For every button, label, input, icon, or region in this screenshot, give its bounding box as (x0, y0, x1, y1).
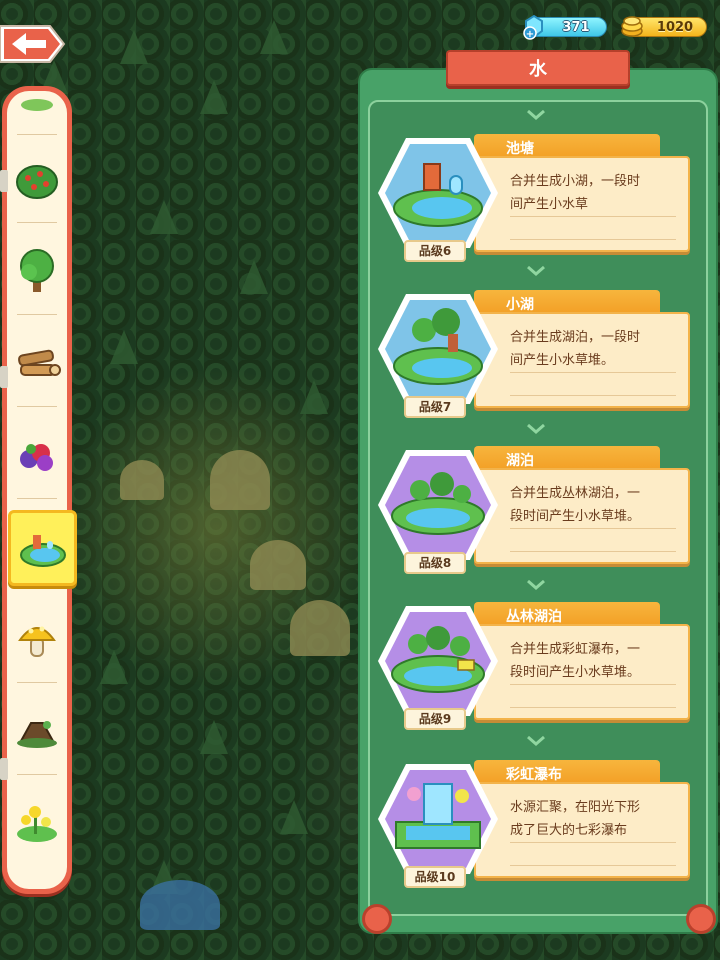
item-grade: 品级7 (404, 396, 466, 418)
mushroom-house (120, 460, 164, 500)
corner-ornament (686, 904, 716, 934)
pine-tree (240, 260, 268, 294)
pine-tree (300, 380, 328, 414)
small-lake-item-icon (378, 294, 498, 404)
item-description-box: 合并生成丛林湖泊，一 段时间产生小水草堆。 (474, 468, 690, 564)
mushroom-house (290, 600, 350, 656)
panel-title: 水 (529, 59, 547, 80)
pine-tree (200, 80, 228, 114)
gold-coins-icon (621, 16, 643, 37)
item-card-rainbow-waterfall[interactable]: 彩虹瀑布 水源汇聚，在阳光下形 成了巨大的七彩瀑布 品级10 (374, 760, 692, 904)
jungle-lake-item-icon (378, 606, 498, 716)
rainbow-waterfall-item-icon (378, 764, 498, 874)
pond-icon (19, 535, 66, 567)
pine-tree (260, 20, 288, 54)
item-grade: 品级10 (404, 866, 466, 888)
sidebar-item-flowers[interactable] (9, 779, 65, 867)
sidebar-item-tree[interactable] (9, 227, 65, 315)
pine-tree (150, 200, 178, 234)
item-description-box: 水源汇聚，在阳光下形 成了巨大的七彩瀑布 (474, 782, 690, 878)
sidebar-scroll-handle[interactable] (0, 366, 8, 388)
tree-icon (20, 249, 54, 292)
item-grade: 品级8 (404, 552, 466, 574)
svg-text:+: + (526, 29, 534, 40)
sidebar-item-berry-bush[interactable] (9, 135, 65, 223)
sidebar-item-stump[interactable] (9, 687, 65, 775)
grass-tuft-icon (21, 99, 53, 111)
item-description: 水源汇聚，在阳光下形 成了巨大的七彩瀑布 (510, 800, 641, 838)
pond-item-icon (378, 138, 498, 248)
chevron-down-icon (527, 110, 545, 120)
pine-tree (200, 720, 228, 754)
wood-logs-icon (18, 349, 61, 376)
sidebar-item-pond-selected[interactable] (8, 510, 77, 586)
item-card-small-lake[interactable]: 小湖 合并生成湖泊，一段时 间产生小水草堆。 品级7 (374, 290, 692, 434)
item-description-box: 合并生成小湖，一段时 间产生小水草 (474, 156, 690, 252)
sidebar-scroll-handle[interactable] (0, 170, 8, 192)
item-description: 合并生成小湖，一段时 间产生小水草 (510, 174, 641, 212)
item-description: 合并生成彩虹瀑布，一 段时间产生小水草堆。 (510, 642, 641, 680)
gem-icon: + (523, 14, 543, 40)
sidebar-scroll-handle[interactable] (0, 758, 8, 780)
mushroom-icon (18, 626, 56, 657)
sidebar-item-logs[interactable] (9, 319, 65, 407)
flowers-icon (17, 806, 57, 842)
item-description-box: 合并生成彩虹瀑布，一 段时间产生小水草堆。 (474, 624, 690, 720)
pine-tree (110, 330, 138, 364)
item-card-lake[interactable]: 湖泊 合并生成丛林湖泊，一 段时间产生小水草堆。 品级8 (374, 446, 692, 590)
panel-title-banner: 水 (446, 50, 630, 86)
item-grade: 品级9 (404, 708, 466, 730)
item-description-box: 合并生成湖泊，一段时 间产生小水草堆。 (474, 312, 690, 408)
tree-stump-icon (17, 721, 57, 748)
corner-ornament (362, 904, 392, 934)
gold-counter[interactable]: 1020 (621, 16, 707, 37)
pine-tree (280, 800, 308, 834)
category-sidebar[interactable] (0, 86, 72, 894)
sidebar-item-mushroom[interactable] (9, 595, 65, 683)
berries-icon (20, 444, 53, 471)
berry-bush-icon (16, 165, 58, 199)
item-grade: 品级6 (404, 240, 466, 262)
category-list[interactable] (7, 91, 67, 889)
lake-item-icon (378, 450, 498, 560)
sidebar-item-grass[interactable] (9, 91, 65, 135)
blue-building (140, 880, 220, 930)
statue (210, 450, 270, 510)
pine-tree (120, 30, 148, 64)
back-button[interactable] (0, 20, 68, 68)
mushroom-house (250, 540, 306, 590)
item-description: 合并生成丛林湖泊，一 段时间产生小水草堆。 (510, 486, 641, 524)
sidebar-item-berries[interactable] (9, 411, 65, 499)
item-description: 合并生成湖泊，一段时 间产生小水草堆。 (510, 330, 641, 368)
pine-tree (100, 650, 128, 684)
item-card-pond[interactable]: 池塘 合并生成小湖，一段时 间产生小水草 品级6 (374, 134, 692, 278)
gem-counter[interactable]: + 371 (523, 14, 607, 40)
item-card-jungle-lake[interactable]: 丛林湖泊 合并生成彩虹瀑布，一 段时间产生小水草堆。 品级9 (374, 602, 692, 746)
